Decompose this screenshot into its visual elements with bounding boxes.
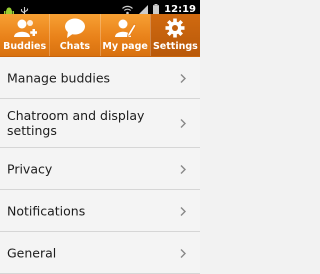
list-item-label: Chatroom and display settings	[7, 108, 145, 138]
list-item-label: Manage buddies	[7, 70, 111, 85]
buddies-icon	[13, 18, 37, 42]
chevron-right-icon	[180, 68, 186, 87]
list-item-label: General	[7, 245, 57, 260]
list-item-general[interactable]: General	[0, 232, 200, 274]
chevron-right-icon	[180, 201, 186, 220]
tab-settings[interactable]: Settings	[149, 14, 200, 56]
list-item-notifications[interactable]: Notifications	[0, 190, 200, 232]
tab-label: Buddies	[3, 41, 47, 52]
chevron-right-icon	[180, 114, 186, 133]
list-item-privacy[interactable]: Privacy	[0, 148, 200, 190]
list-item-label: Privacy	[7, 161, 53, 176]
tab-label: My page	[102, 41, 148, 52]
list-item-label: Notifications	[7, 203, 86, 218]
gear-icon	[165, 18, 185, 42]
tab-chats[interactable]: Chats	[49, 14, 99, 56]
chat-bubble-icon	[64, 18, 86, 42]
chevron-right-icon	[180, 243, 186, 262]
tab-label: Chats	[59, 41, 91, 52]
settings-list: Manage buddies Chatroom and display sett…	[0, 57, 200, 274]
tab-bar: Buddies Chats My page Settings	[0, 14, 200, 57]
status-bar: 12:19	[0, 0, 200, 17]
chevron-right-icon	[180, 159, 186, 178]
my-page-icon	[114, 18, 137, 42]
list-item-manage-buddies[interactable]: Manage buddies	[0, 57, 200, 99]
tab-label: Settings	[152, 41, 198, 52]
list-item-chatroom-display-settings[interactable]: Chatroom and display settings	[0, 99, 200, 148]
tab-my-page[interactable]: My page	[99, 14, 150, 56]
tab-buddies[interactable]: Buddies	[0, 14, 49, 56]
